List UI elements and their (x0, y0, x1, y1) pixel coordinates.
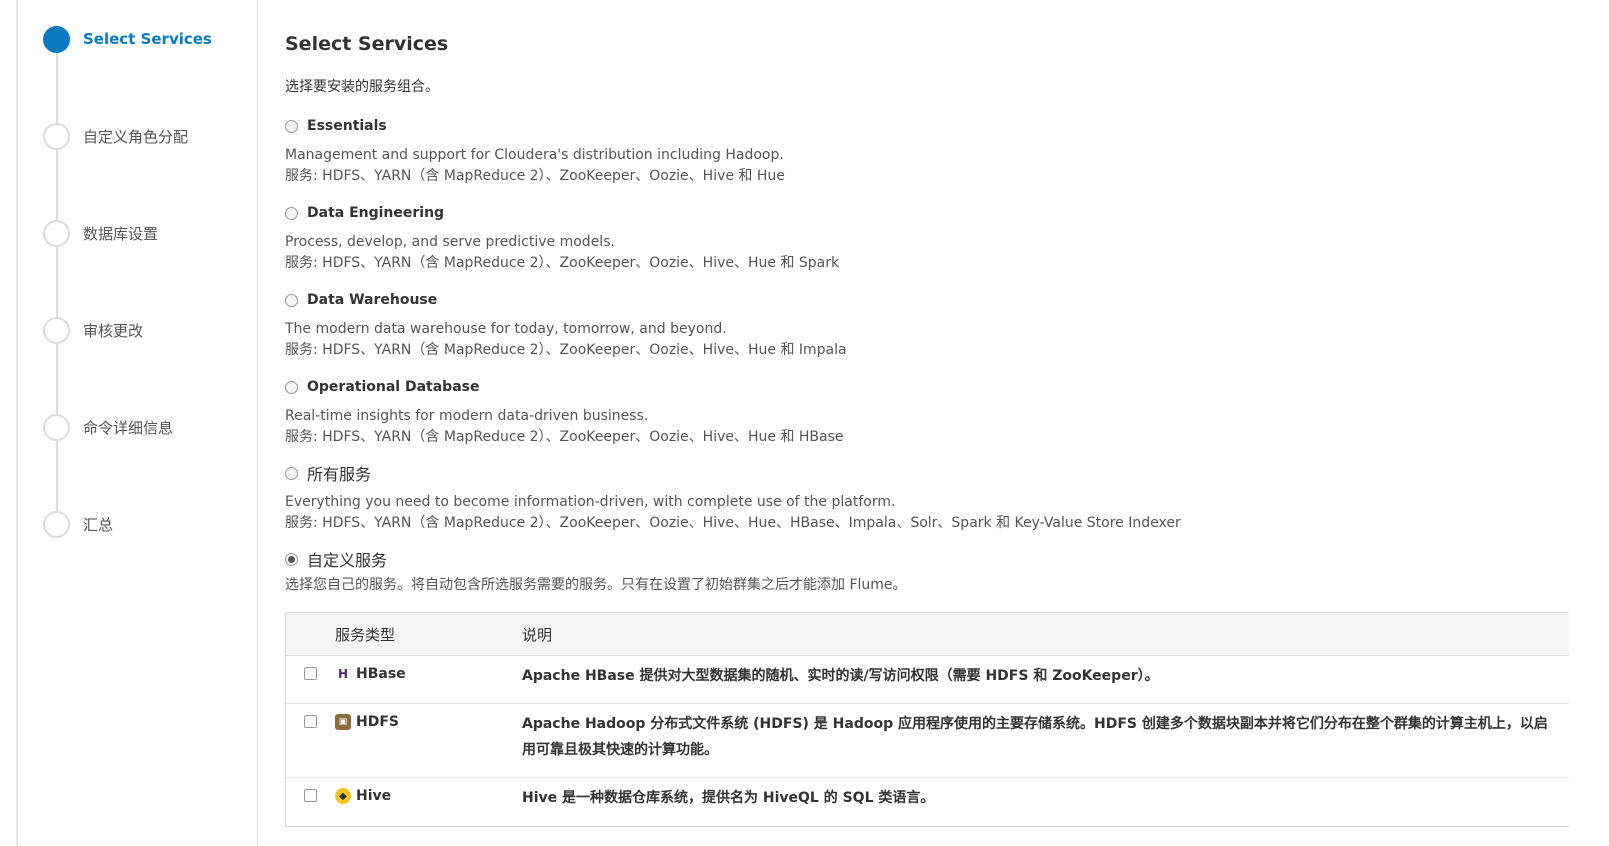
option-data-engineering-label[interactable]: Data Engineering (285, 203, 839, 223)
page-title: Select Services (285, 33, 449, 55)
service-cell: ▣ HDFS (335, 714, 399, 730)
option-radio[interactable] (285, 206, 298, 220)
option-all-services-label[interactable]: 所有服务 (285, 463, 1181, 484)
wizard-steps-connector (56, 40, 58, 525)
step-indicator (43, 219, 70, 247)
service-cell: ◆ Hive (335, 788, 391, 804)
row-checkbox[interactable] (304, 789, 317, 802)
option-data-warehouse-label[interactable]: Data Warehouse (285, 290, 847, 310)
option-services: 服务: HDFS、YARN（含 MapReduce 2）、ZooKeeper、O… (285, 168, 785, 184)
table-row: ▣ HDFS Apache Hadoop 分布式文件系统 (HDFS) 是 Ha… (286, 704, 1569, 778)
option-name: 自定义服务 (307, 551, 388, 570)
option-description: Real-time insights for modern data-drive… (285, 408, 649, 424)
option-radio[interactable] (285, 293, 298, 307)
step-summary[interactable]: 汇总 (43, 510, 113, 538)
step-role-assignment[interactable]: 自定义角色分配 (43, 122, 188, 150)
option-data-warehouse: Data Warehouse The modern data warehouse… (285, 290, 847, 361)
column-header-description: 说明 (522, 626, 553, 644)
step-indicator (43, 510, 70, 538)
step-indicator (43, 413, 70, 441)
custom-services-table: 服务类型 说明 H HBase Apache HBase 提供对大型数据集的随机… (285, 612, 1569, 827)
step-label: 自定义角色分配 (83, 127, 189, 146)
step-label: 命令详细信息 (83, 418, 174, 437)
step-database-setup[interactable]: 数据库设置 (43, 219, 158, 247)
step-indicator-active (43, 25, 70, 53)
option-custom-services-label[interactable]: 自定义服务 (285, 549, 907, 570)
option-services: 服务: HDFS、YARN（含 MapReduce 2）、ZooKeeper、O… (285, 429, 844, 445)
option-name: 所有服务 (307, 465, 372, 484)
step-command-details[interactable]: 命令详细信息 (43, 413, 173, 441)
table-row: ◆ Hive Hive 是一种数据仓库系统，提供名为 HiveQL 的 SQL … (286, 778, 1569, 826)
column-header-service-type[interactable]: 服务类型 (335, 624, 395, 645)
option-description: Management and support for Cloudera's di… (285, 147, 784, 163)
option-description: Process, develop, and serve predictive m… (285, 234, 615, 250)
option-name: Operational Database (307, 379, 480, 395)
row-checkbox[interactable] (304, 715, 317, 728)
step-indicator (43, 122, 70, 150)
option-essentials-label[interactable]: Essentials (285, 116, 785, 136)
table-header: 服务类型 说明 (286, 613, 1569, 656)
service-name: Hive (356, 788, 392, 804)
option-radio[interactable] (285, 380, 298, 394)
service-name: HDFS (356, 714, 399, 730)
hive-icon: ◆ (335, 788, 351, 804)
option-radio-selected[interactable] (285, 552, 298, 566)
option-all-services: 所有服务 Everything you need to become infor… (285, 463, 1181, 534)
option-name: Data Warehouse (307, 292, 438, 308)
step-review-changes[interactable]: 审核更改 (43, 316, 143, 344)
step-label: Select Services (83, 30, 212, 48)
service-description: Apache HBase 提供对大型数据集的随机、实时的读/写访问权限（需要 H… (522, 668, 1159, 684)
option-radio[interactable] (285, 466, 298, 480)
row-checkbox[interactable] (304, 667, 317, 680)
service-description: Hive 是一种数据仓库系统，提供名为 HiveQL 的 SQL 类语言。 (522, 790, 935, 806)
table-row: H HBase Apache HBase 提供对大型数据集的随机、实时的读/写访… (286, 656, 1569, 704)
step-indicator (43, 316, 70, 344)
step-label: 汇总 (83, 515, 114, 534)
option-services: 服务: HDFS、YARN（含 MapReduce 2）、ZooKeeper、O… (285, 515, 1181, 531)
service-cell: H HBase (335, 666, 406, 682)
step-select-services[interactable]: Select Services (43, 25, 212, 53)
step-label: 数据库设置 (83, 224, 159, 243)
option-operational-database-label[interactable]: Operational Database (285, 377, 844, 397)
option-data-engineering: Data Engineering Process, develop, and s… (285, 203, 839, 274)
option-custom-services: 自定义服务 选择您自己的服务。将自动包含所选服务需要的服务。只有在设置了初始群集… (285, 549, 907, 596)
service-description: Apache Hadoop 分布式文件系统 (HDFS) 是 Hadoop 应用… (522, 716, 1548, 758)
option-description: 选择您自己的服务。将自动包含所选服务需要的服务。只有在设置了初始群集之后才能添加… (285, 577, 907, 593)
option-services: 服务: HDFS、YARN（含 MapReduce 2）、ZooKeeper、O… (285, 342, 847, 358)
service-name: HBase (356, 666, 406, 682)
option-name: Essentials (307, 118, 387, 134)
option-services: 服务: HDFS、YARN（含 MapReduce 2）、ZooKeeper、O… (285, 255, 840, 271)
option-essentials: Essentials Management and support for Cl… (285, 116, 785, 187)
hbase-icon: H (337, 667, 349, 681)
option-radio[interactable] (285, 119, 298, 133)
hdfs-icon: ▣ (335, 714, 351, 730)
option-name: Data Engineering (307, 205, 445, 221)
option-description: Everything you need to become informatio… (285, 494, 896, 510)
option-description: The modern data warehouse for today, tom… (285, 321, 727, 337)
page-subtitle: 选择要安装的服务组合。 (285, 79, 439, 95)
step-label: 审核更改 (83, 321, 144, 340)
select-services-panel: Select Services 选择要安装的服务组合。 Essentials M… (285, 0, 1609, 846)
option-operational-database: Operational Database Real-time insights … (285, 377, 844, 448)
wizard-steps-sidebar: Select Services 自定义角色分配 数据库设置 审核更改 命令详细信… (18, 0, 258, 846)
